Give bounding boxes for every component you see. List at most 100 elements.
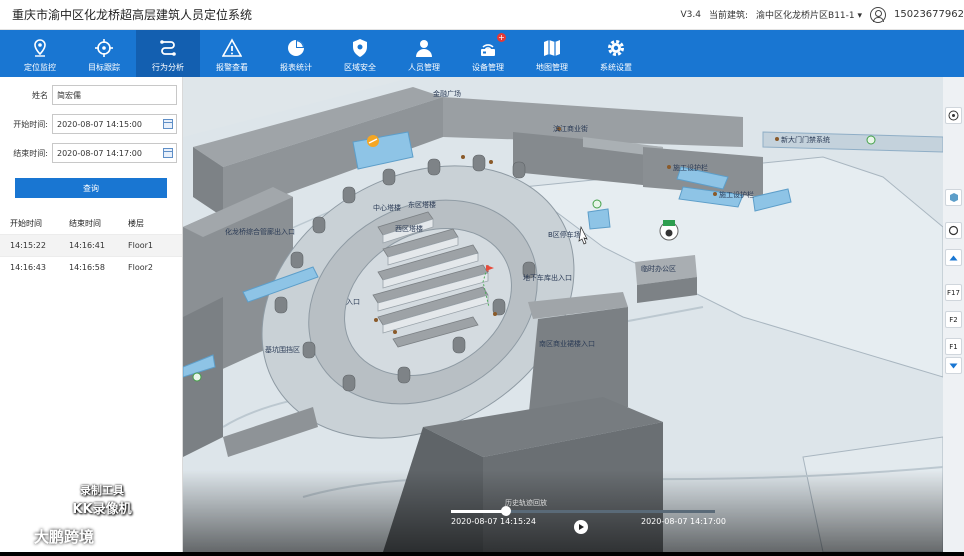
playback-slider[interactable]: [451, 506, 715, 516]
floor-up-icon[interactable]: [945, 249, 962, 266]
end-time-input[interactable]: 2020-08-07 14:17:00: [52, 143, 177, 163]
pie-chart-icon: [288, 40, 304, 56]
cell-start-time: 14:16:43: [10, 263, 46, 272]
name-input[interactable]: 简宏儒: [52, 85, 177, 105]
start-time-label: 开始时间:: [13, 119, 48, 129]
playback-current-time: 2020-08-07 14:15:24: [451, 517, 536, 526]
name-row: 姓名 简宏儒: [0, 85, 183, 105]
calendar-icon[interactable]: [163, 119, 173, 129]
warning-icon: [222, 38, 242, 57]
nav-label: 区域安全: [344, 63, 376, 72]
user-phone[interactable]: 15023677962: [894, 9, 964, 20]
map-label[interactable]: 东区塔楼: [408, 200, 436, 210]
floor-f1-button[interactable]: F1: [945, 338, 962, 355]
user-icon[interactable]: [870, 6, 886, 23]
brand-watermark: 大鹏跨境: [8, 526, 94, 547]
map-label[interactable]: 滨江商业街: [553, 124, 588, 134]
map-label[interactable]: 中心塔楼: [373, 203, 401, 213]
map-label[interactable]: 临时办公区: [641, 264, 676, 274]
playback-end-time: 2020-08-07 14:17:00: [641, 517, 726, 526]
map-label[interactable]: 入口: [346, 297, 360, 307]
nav-item-behavior-analysis[interactable]: 行为分析: [136, 30, 200, 77]
floor-f17-button[interactable]: F17: [945, 284, 962, 301]
playback-thumb[interactable]: [501, 506, 512, 516]
title-right: V3.4 当前建筑: 渝中区化龙桥片区B11-1 ▾ 15023677962: [672, 6, 964, 23]
name-label: 姓名: [32, 90, 48, 100]
map-toolbar: F17 F2 F1: [943, 77, 964, 552]
shield-icon: [353, 39, 367, 57]
query-sidebar: 姓名 简宏儒 开始时间: 2020-08-07 14:15:00 结束时间: 2…: [0, 77, 183, 552]
building-select[interactable]: 渝中区化龙桥片区B11-1 ▾: [756, 8, 862, 21]
view-3d-icon[interactable]: [945, 189, 962, 206]
map-label[interactable]: 新大门门禁系统: [781, 135, 830, 145]
playback-progress: [451, 510, 507, 513]
query-button[interactable]: 查询: [15, 178, 167, 198]
nav-item-location-monitor[interactable]: 定位监控: [8, 30, 72, 77]
nav-label: 系统设置: [600, 63, 632, 72]
end-time-label: 结束时间:: [13, 148, 48, 158]
map-label[interactable]: 南区商业裙楼入口: [539, 339, 595, 349]
col-start-time: 开始时间: [10, 218, 42, 228]
end-time-row: 结束时间: 2020-08-07 14:17:00: [0, 143, 183, 163]
cell-floor: Floor1: [128, 241, 153, 250]
cell-end-time: 14:16:58: [69, 263, 105, 272]
cell-start-time: 14:15:22: [10, 241, 46, 250]
nav-item-report-stats[interactable]: 报表统计: [264, 30, 328, 77]
nav-label: 报警查看: [216, 63, 248, 72]
nav-item-area-security[interactable]: 区域安全: [328, 30, 392, 77]
watermark-line2: KK录像机: [72, 502, 132, 517]
map-label[interactable]: 地下车库出入口: [523, 273, 572, 283]
map-label[interactable]: B区停车场: [548, 230, 581, 240]
nav-item-map-management[interactable]: 地图管理: [520, 30, 584, 77]
app-title: 重庆市渝中区化龙桥超高层建筑人员定位系统: [12, 8, 253, 22]
nav-item-system-settings[interactable]: 系统设置: [584, 30, 648, 77]
main-nav: 定位监控 目标跟踪 行为分析 报警查看 报表统计 区域安全 人员管理 设备管理 …: [0, 30, 964, 77]
start-time-row: 开始时间: 2020-08-07 14:15:00: [0, 114, 183, 134]
nav-item-device-management[interactable]: 设备管理 +: [456, 30, 520, 77]
nav-item-alarm-view[interactable]: 报警查看: [200, 30, 264, 77]
nav-item-personnel[interactable]: 人员管理: [392, 30, 456, 77]
brand-text: 大鹏跨境: [34, 528, 95, 546]
playback-bar: 历史轨迹回放 2020-08-07 14:15:24 2020-08-07 14…: [183, 470, 943, 552]
title-bar: 重庆市渝中区化龙桥超高层建筑人员定位系统 V3.4 当前建筑: 渝中区化龙桥片区…: [0, 0, 964, 30]
map-label[interactable]: 化龙桥综合管廊出入口: [225, 227, 295, 237]
floor-f2-button[interactable]: F2: [945, 311, 962, 328]
nav-item-target-tracking[interactable]: 目标跟踪: [72, 30, 136, 77]
nav-label: 目标跟踪: [88, 63, 120, 72]
track-caption: 历史轨迹回放: [505, 499, 547, 507]
calendar-icon[interactable]: [163, 148, 173, 158]
map-label[interactable]: 施工设护栏: [673, 163, 708, 173]
device-alert-badge: +: [497, 33, 506, 42]
route-icon: [160, 40, 176, 56]
map-label[interactable]: 西区塔楼: [395, 224, 423, 234]
cell-floor: Floor2: [128, 263, 153, 272]
nav-label: 人员管理: [408, 63, 440, 72]
cell-end-time: 14:16:41: [69, 241, 105, 250]
rotate-icon[interactable]: [945, 222, 962, 239]
start-time-input[interactable]: 2020-08-07 14:15:00: [52, 114, 177, 134]
compass-icon[interactable]: [945, 107, 962, 124]
nav-label: 报表统计: [280, 63, 312, 72]
table-row[interactable]: 14:16:43 14:16:58 Floor2: [0, 256, 182, 278]
map-label[interactable]: 施工设护栏: [719, 190, 754, 200]
gear-icon: [608, 40, 624, 56]
nav-label: 设备管理: [472, 63, 504, 72]
version-label: V3.4: [680, 9, 701, 20]
crosshair-icon: [95, 39, 113, 57]
map-label[interactable]: 基坑围挡区: [265, 345, 300, 355]
start-time-value: 2020-08-07 14:15:00: [57, 119, 142, 129]
table-row[interactable]: 14:15:22 14:16:41 Floor1: [0, 234, 182, 256]
device-icon: [481, 44, 495, 56]
recorder-watermark: 录制工具 KK录像机: [52, 482, 152, 517]
result-table: 开始时间 结束时间 楼层 14:15:22 14:16:41 Floor1 14…: [0, 212, 182, 278]
play-button[interactable]: [574, 520, 588, 534]
nav-label: 行为分析: [152, 63, 184, 72]
map-label[interactable]: 金融广场: [433, 89, 461, 99]
watermark-line1: 录制工具: [80, 484, 124, 497]
nav-label: 地图管理: [536, 63, 568, 72]
floor-down-icon[interactable]: [945, 357, 962, 374]
location-pin-icon: [34, 39, 46, 57]
nav-label: 定位监控: [24, 63, 56, 72]
person-icon: [416, 40, 432, 57]
building-label: 当前建筑:: [708, 11, 749, 21]
